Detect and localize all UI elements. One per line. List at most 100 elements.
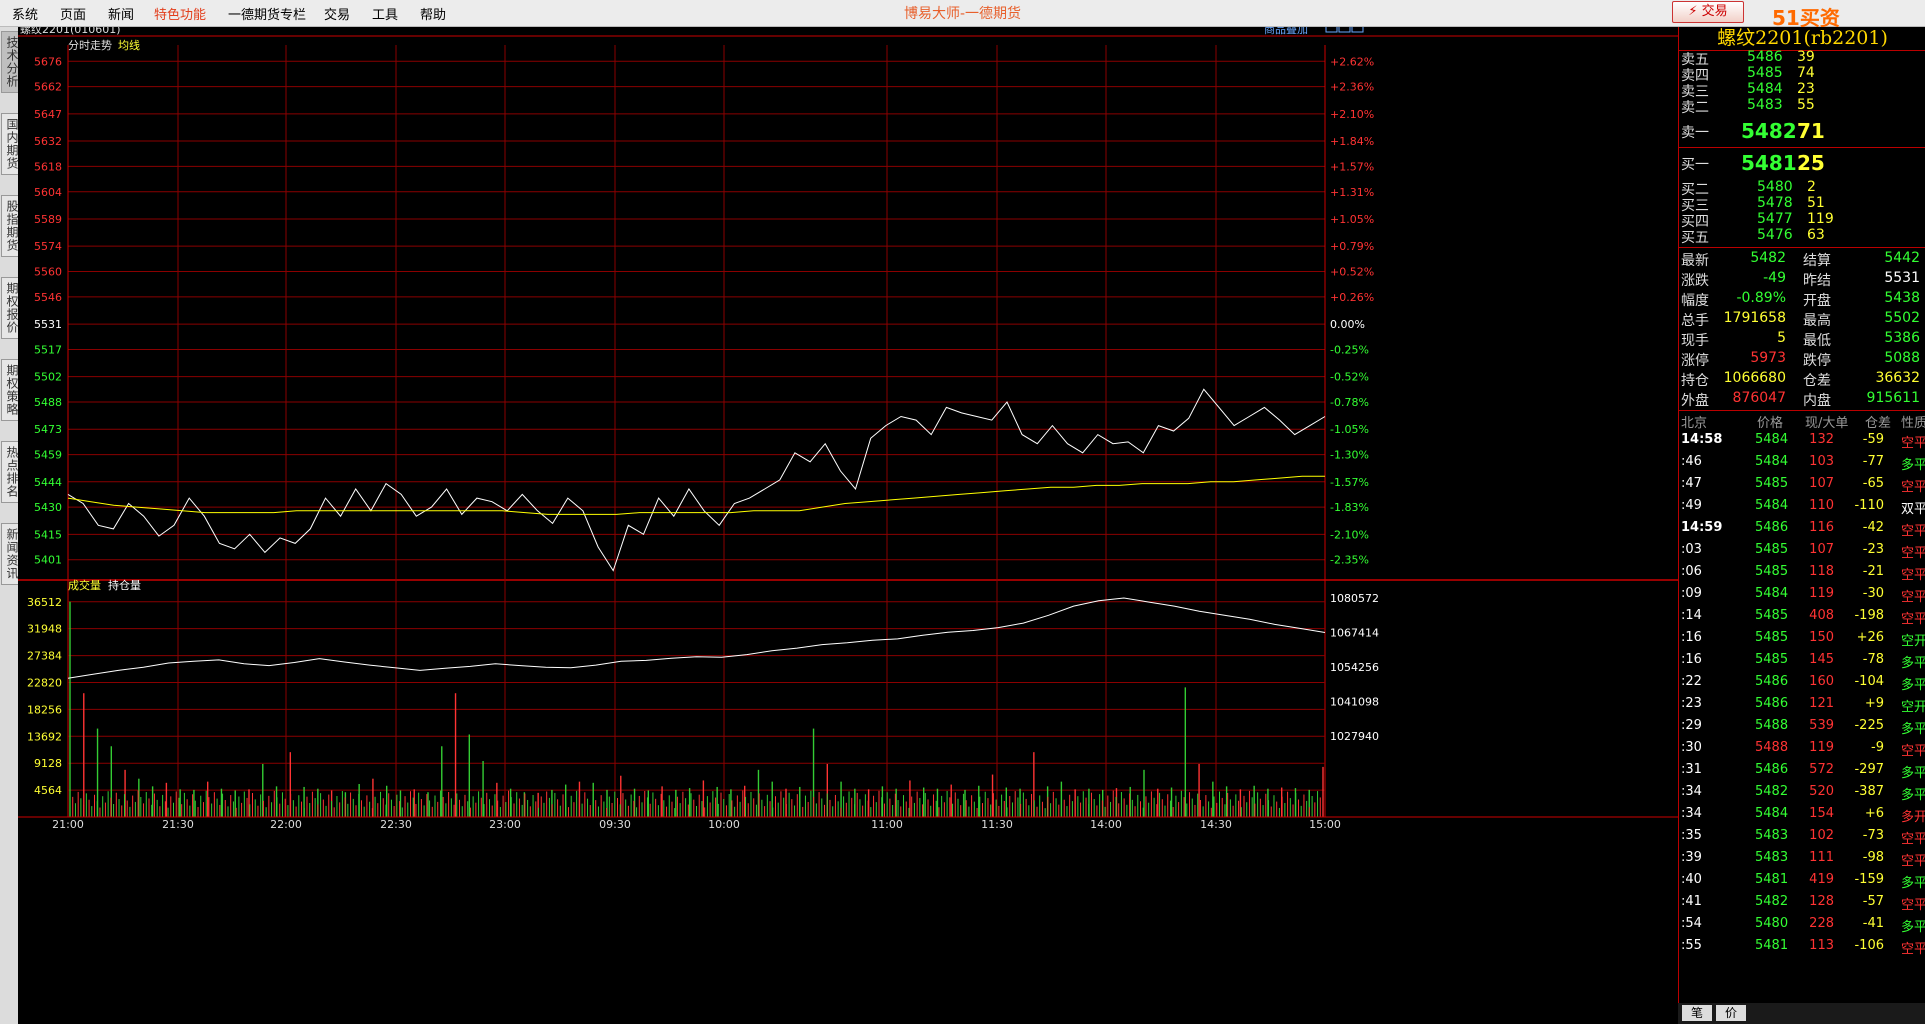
tick-volume: 132 — [1809, 432, 1834, 447]
tick-oi: -42 — [1862, 520, 1884, 535]
tick-nature: 双平 — [1901, 502, 1925, 517]
ask-row-3[interactable]: 卖二 5483 55 — [1679, 97, 1925, 117]
tick-oi: +6 — [1864, 806, 1884, 821]
menu-item-0[interactable]: 系统 — [12, 4, 38, 23]
stat-value: 5438 — [1884, 290, 1920, 306]
x-tick-6: 10:00 — [708, 818, 740, 831]
stat-value: 5973 — [1750, 350, 1786, 366]
bid1-row[interactable]: 买一 5481 25 — [1679, 151, 1925, 175]
pct-tick-8: +0.52% — [1330, 266, 1374, 279]
tick-row-15: :31 5486 572 -297 多平 — [1679, 762, 1925, 784]
x-tick-2: 22:00 — [270, 818, 302, 831]
tick-time: :09 — [1681, 586, 1702, 601]
y-tick-19: 5401 — [34, 554, 62, 567]
tick-time: :40 — [1681, 872, 1702, 887]
bid-label: 买五 — [1681, 230, 1709, 246]
tick-tab-1[interactable]: 价 — [1716, 1005, 1746, 1021]
oi-tick-2: 1054256 — [1330, 661, 1379, 674]
oi-tick-4: 1027940 — [1330, 730, 1379, 743]
stat-row-6: 持仓 1066680 仓差 36632 — [1679, 370, 1925, 390]
chart-background — [18, 27, 1678, 1024]
tick-time: :03 — [1681, 542, 1702, 557]
bid-volume: 63 — [1807, 227, 1825, 243]
left-tab-4[interactable]: 期权策略 — [1, 359, 19, 421]
tick-volume: 520 — [1809, 784, 1834, 799]
x-tick-10: 14:30 — [1200, 818, 1232, 831]
stat-value: 5442 — [1884, 250, 1920, 266]
tick-price: 5488 — [1755, 740, 1789, 755]
menu-item-7[interactable]: 帮助 — [420, 4, 446, 23]
pct-tick-7: +0.79% — [1330, 240, 1374, 253]
left-tab-5[interactable]: 热点排名 — [1, 441, 19, 503]
pct-tick-17: -1.83% — [1330, 501, 1369, 514]
left-tab-2[interactable]: 股指期货 — [1, 195, 19, 257]
ask-label: 卖二 — [1681, 100, 1709, 116]
left-tab-0[interactable]: 技术分析 — [1, 31, 19, 93]
tick-time: :34 — [1681, 784, 1702, 799]
menu-item-4[interactable]: 一德期货专栏 — [228, 4, 306, 23]
bid-volume: 2 — [1807, 179, 1816, 195]
x-tick-4: 23:00 — [489, 818, 521, 831]
left-tab-3[interactable]: 期权报价 — [1, 277, 19, 339]
stat-value: 5 — [1777, 330, 1786, 346]
tick-time: :16 — [1681, 652, 1702, 667]
intraday-chart[interactable]: 螺纹2201(010601) 分时走势 均线 商品叠加 21:00 21:30 22:00 2… — [18, 27, 1678, 1024]
left-tab-1[interactable]: 国内期货 — [1, 113, 19, 175]
bid1-volume: 25 — [1797, 151, 1825, 175]
tick-nature: 多平 — [1901, 656, 1925, 671]
tick-oi: -41 — [1862, 916, 1884, 931]
tick-row-5: :03 5485 107 -23 空平 — [1679, 542, 1925, 564]
tick-oi: -110 — [1854, 498, 1884, 513]
tick-nature: 空平 — [1901, 898, 1925, 913]
tick-oi: -30 — [1862, 586, 1884, 601]
tick-time: :16 — [1681, 630, 1702, 645]
bid-price: 5480 — [1757, 179, 1793, 195]
tick-price: 5481 — [1755, 938, 1789, 953]
vol-tick-1: 31948 — [27, 623, 62, 636]
y-tick-9: 5546 — [34, 291, 62, 304]
tick-row-18: :35 5483 102 -73 空平 — [1679, 828, 1925, 850]
pct-tick-11: -0.25% — [1330, 343, 1369, 356]
tick-time: :41 — [1681, 894, 1702, 909]
bid-row-3[interactable]: 买五 5476 63 — [1679, 227, 1925, 247]
oi-tick-0: 1080572 — [1330, 592, 1379, 605]
menu-item-5[interactable]: 交易 — [324, 4, 350, 23]
tick-price: 5486 — [1755, 674, 1789, 689]
tick-price: 5486 — [1755, 696, 1789, 711]
tick-tab-0[interactable]: 笔 — [1682, 1005, 1712, 1021]
bid1-price: 5481 — [1741, 151, 1797, 175]
tick-nature: 多开 — [1901, 810, 1925, 825]
trade-button[interactable]: ⚡ 交易 — [1672, 1, 1744, 23]
tab-volume: 成交量 — [68, 578, 101, 592]
y-tick-7: 5574 — [34, 240, 62, 253]
tick-oi: -21 — [1862, 564, 1884, 579]
tick-nature: 多平 — [1901, 920, 1925, 935]
stat-value: -0.89% — [1736, 290, 1786, 306]
tick-oi: -65 — [1862, 476, 1884, 491]
menu-item-2[interactable]: 新闻 — [108, 4, 134, 23]
menu-item-1[interactable]: 页面 — [60, 4, 86, 23]
tick-volume: 408 — [1809, 608, 1834, 623]
tick-volume: 110 — [1809, 498, 1834, 513]
tick-row-10: :16 5485 145 -78 多平 — [1679, 652, 1925, 674]
stat-row-2: 幅度 -0.89% 开盘 5438 — [1679, 290, 1925, 310]
tick-nature: 空平 — [1901, 612, 1925, 627]
stat-value: 36632 — [1875, 370, 1920, 386]
menu-item-3[interactable]: 特色功能 — [154, 4, 206, 23]
stat-value: 5531 — [1884, 270, 1920, 286]
tick-oi: -73 — [1862, 828, 1884, 843]
left-tab-6[interactable]: 新闻资讯 — [1, 523, 19, 585]
tick-time: :55 — [1681, 938, 1702, 953]
pct-tick-14: -1.05% — [1330, 423, 1369, 436]
pct-tick-13: -0.78% — [1330, 396, 1369, 409]
ask-volume: 74 — [1797, 65, 1815, 81]
tick-row-12: :23 5486 121 +9 空开 — [1679, 696, 1925, 718]
menu-bar: 博易大师-一德期货 ⚡ 交易 51买资5etz.com 系统页面新闻特色功能一德… — [0, 0, 1925, 55]
tick-price: 5482 — [1755, 784, 1789, 799]
tick-time: :46 — [1681, 454, 1702, 469]
menu-item-6[interactable]: 工具 — [372, 4, 398, 23]
tab-avg: 均线 — [118, 38, 140, 52]
ask1-row[interactable]: 卖一 5482 71 — [1679, 119, 1925, 143]
tick-oi: -104 — [1854, 674, 1884, 689]
tick-row-14: :30 5488 119 -9 空平 — [1679, 740, 1925, 762]
